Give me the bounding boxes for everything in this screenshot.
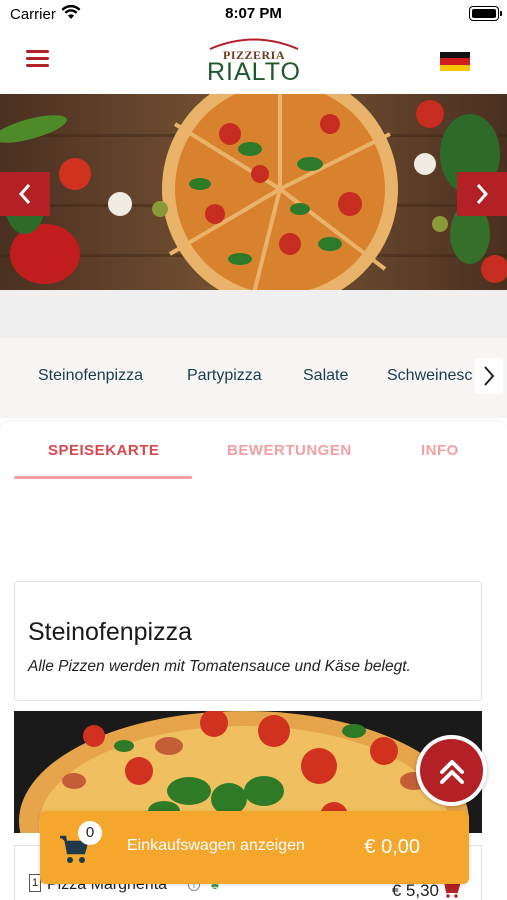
category-nav: Steinofenpizza Partypizza Salate Schwein…: [0, 338, 507, 418]
app-header: PIZZERIA RIALTO: [0, 30, 507, 94]
chevron-left-icon: [18, 184, 31, 204]
battery-icon: [469, 6, 502, 21]
menu-section-header: Steinofenpizza Alle Pizzen werden mit To…: [14, 581, 482, 701]
chevron-right-icon: [476, 184, 489, 204]
section-title: Steinofenpizza: [28, 618, 193, 646]
active-tab-indicator: [14, 476, 192, 479]
tab-speisekarte[interactable]: SPEISEKARTE: [48, 442, 159, 459]
cart-total: € 0,00: [364, 836, 420, 858]
german-flag-icon[interactable]: [440, 52, 470, 71]
category-schweineschnitzel[interactable]: Schweinesc: [387, 367, 472, 385]
logo-title: RIALTO: [207, 58, 301, 86]
pizza-hero-image: [0, 94, 507, 290]
hero-carousel[interactable]: [0, 94, 507, 290]
view-cart-button[interactable]: 0 Einkaufswagen anzeigen € 0,00: [40, 811, 469, 884]
carousel-next-button[interactable]: [457, 172, 507, 216]
content-tabs: SPEISEKARTE BEWERTUNGEN INFO: [0, 422, 507, 482]
spacer: [0, 290, 507, 338]
scroll-to-top-button[interactable]: [416, 735, 487, 806]
chevron-right-icon: [484, 366, 495, 386]
hamburger-menu-icon[interactable]: [26, 50, 49, 68]
double-chevron-up-icon: [439, 759, 464, 784]
cart-item-count: 0: [78, 821, 102, 845]
category-partypizza[interactable]: Partypizza: [187, 367, 262, 385]
clock: 8:07 PM: [225, 5, 282, 22]
restaurant-logo[interactable]: PIZZERIA RIALTO: [196, 36, 312, 86]
status-bar: Carrier 8:07 PM: [0, 0, 507, 30]
category-salate[interactable]: Salate: [303, 367, 348, 385]
section-description: Alle Pizzen werden mit Tomatensauce und …: [28, 658, 411, 675]
carousel-prev-button[interactable]: [0, 172, 50, 216]
cart-label: Einkaufswagen anzeigen: [127, 837, 305, 854]
category-scroll-right-button[interactable]: [475, 358, 503, 394]
tab-bewertungen[interactable]: BEWERTUNGEN: [227, 442, 352, 459]
tab-info[interactable]: INFO: [421, 442, 459, 459]
category-steinofenpizza[interactable]: Steinofenpizza: [38, 367, 143, 385]
